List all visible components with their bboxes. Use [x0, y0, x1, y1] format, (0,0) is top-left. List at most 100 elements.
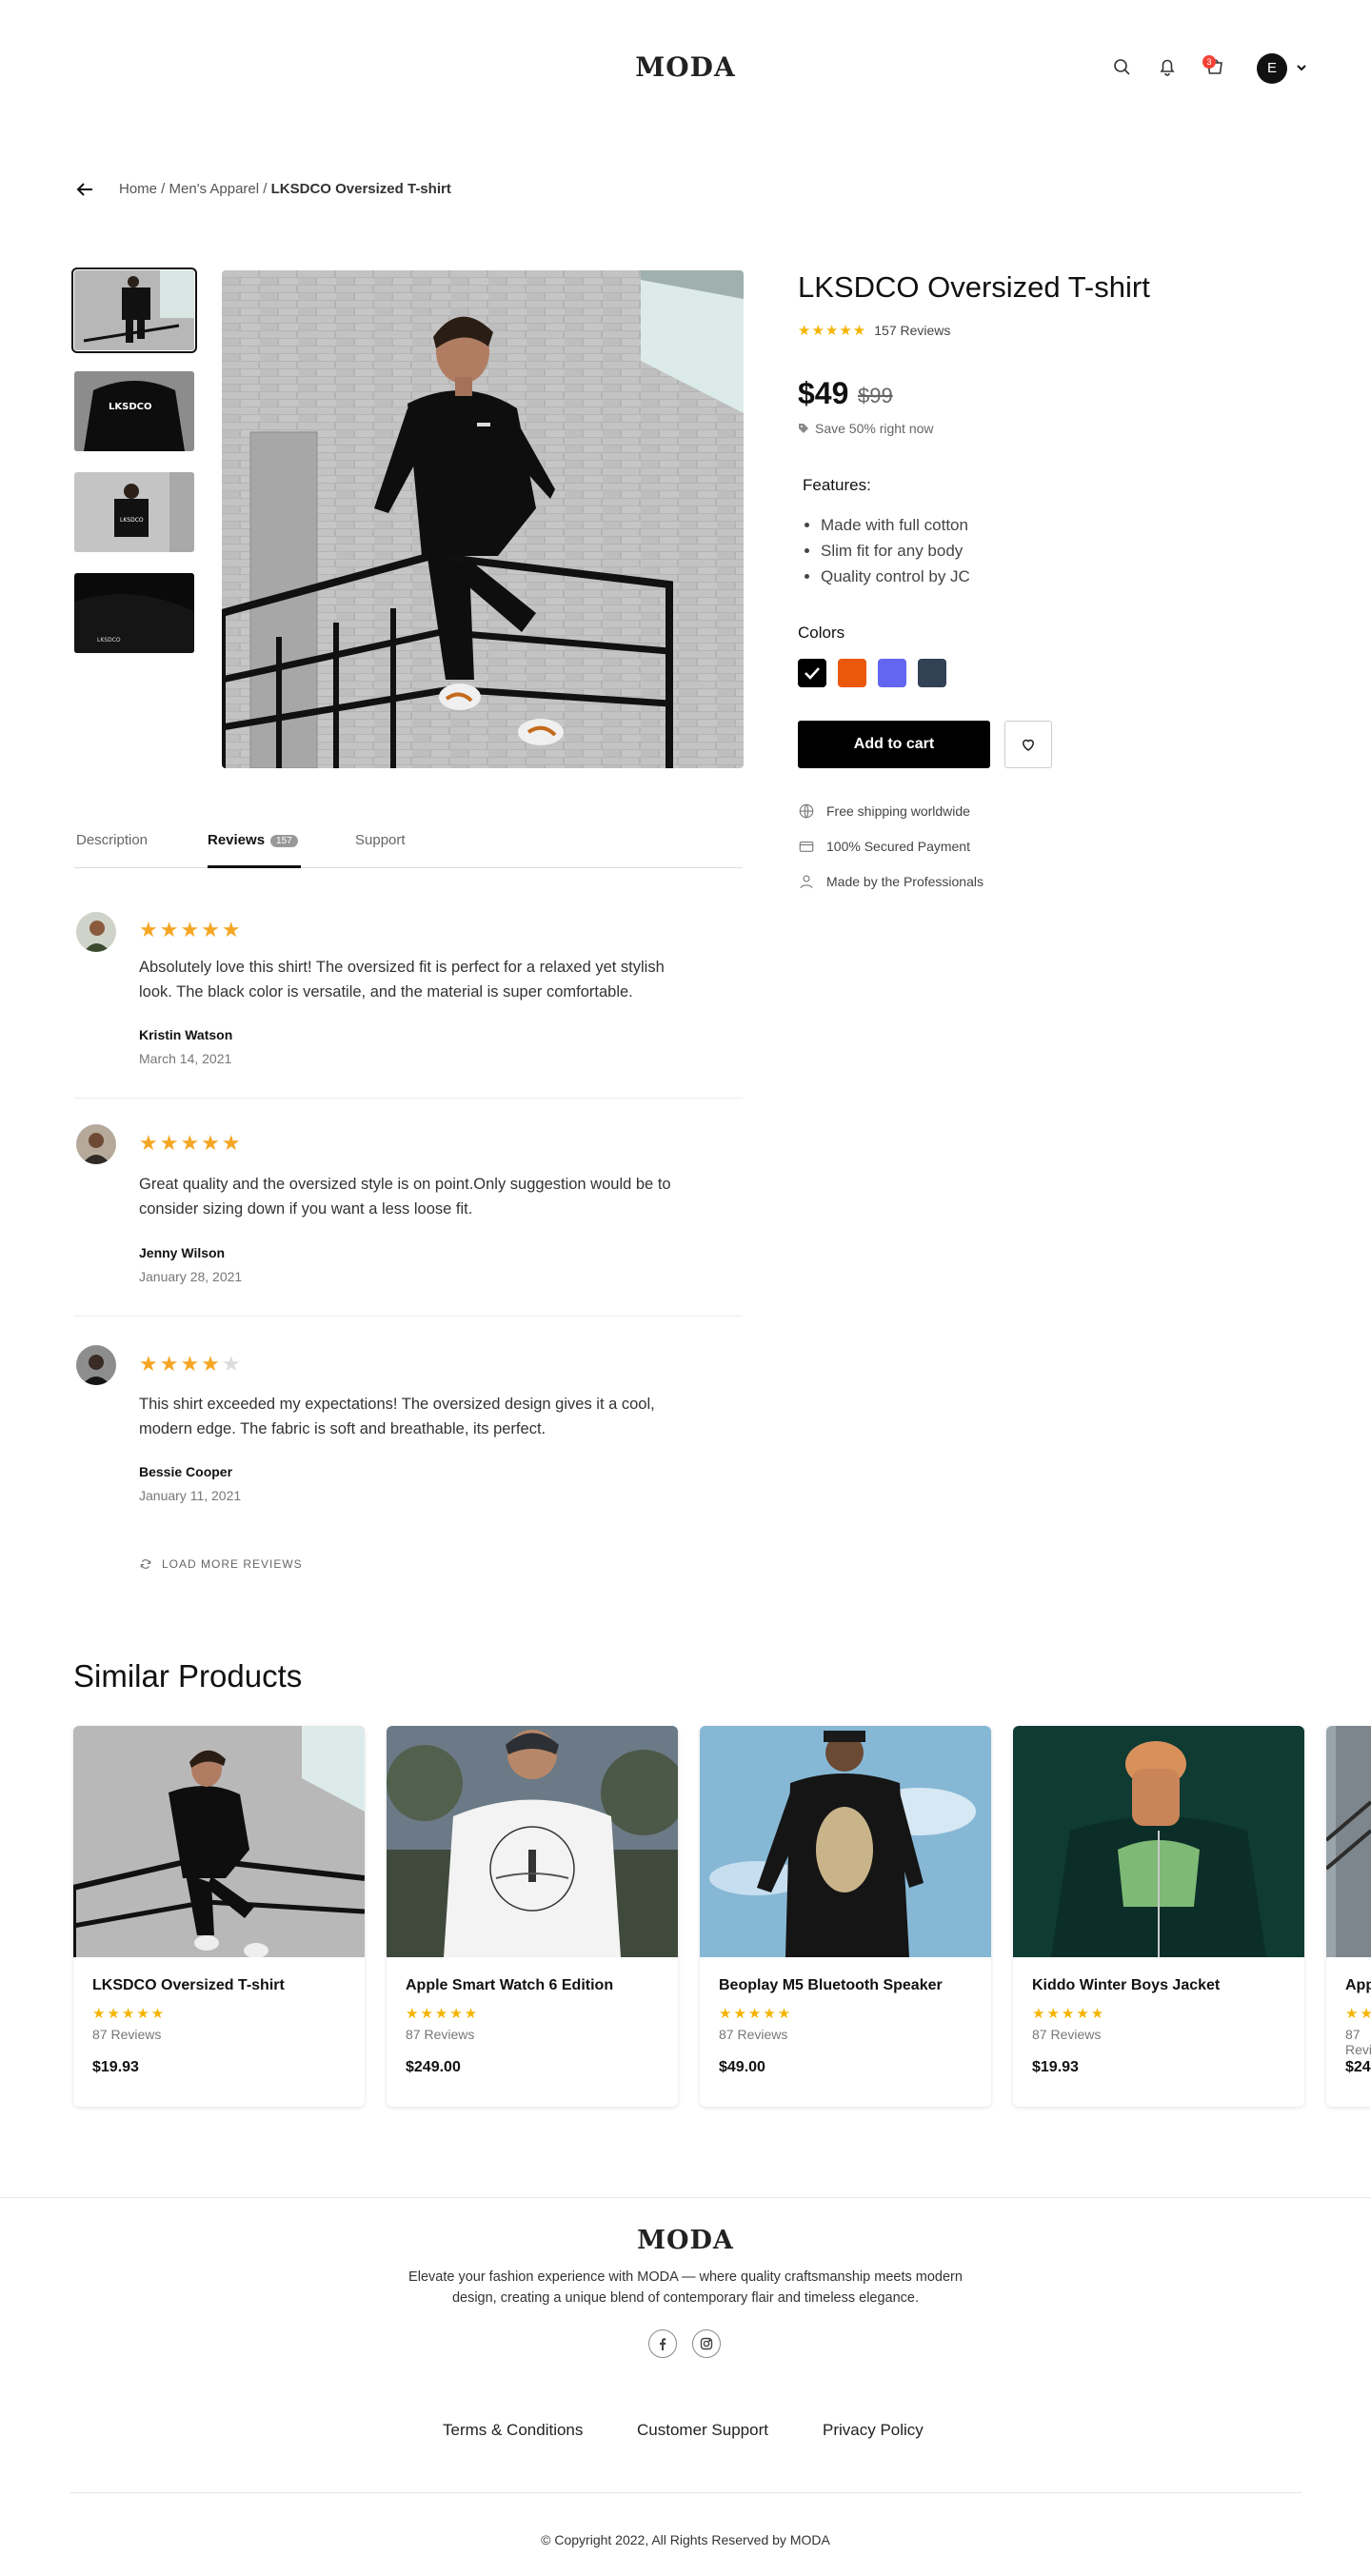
review-stars: ★★★★★ [139, 1131, 243, 1156]
perk-payment: 100% Secured Payment [798, 838, 970, 855]
product-card-stars: ★★★★★ [1032, 2006, 1106, 2022]
product-card-image [1013, 1726, 1304, 1957]
product-card-reviews: 87 Reviews [1345, 2027, 1371, 2057]
cart-count-badge: 3 [1202, 55, 1216, 69]
color-swatch-indigo[interactable] [878, 659, 906, 687]
facebook-icon [660, 2338, 666, 2350]
breadcrumb: Home / Men's Apparel / LKSDCO Oversized … [119, 181, 451, 197]
product-card-image [387, 1726, 678, 1957]
tag-icon [799, 424, 808, 433]
review-text: This shirt exceeded my expectations! The… [139, 1396, 655, 1437]
feature-item: Made with full cotton [821, 512, 970, 538]
perk-text: Made by the Professionals [826, 874, 984, 889]
perk-text: Free shipping worldwide [826, 803, 970, 819]
load-more-label: LOAD MORE REVIEWS [162, 1557, 303, 1571]
footer-description: Elevate your fashion experience with MOD… [408, 2269, 963, 2306]
reviewer-name: Bessie Cooper [139, 1464, 233, 1479]
rating-stars: ★★★★★ [798, 323, 867, 339]
instagram-icon [700, 2337, 713, 2350]
reviews-count-badge: 157 [270, 835, 298, 847]
feature-item: Slim fit for any body [821, 538, 970, 564]
reviews-count[interactable]: 157 Reviews [874, 323, 950, 338]
globe-icon [799, 803, 814, 819]
price: $49 [798, 376, 849, 410]
thumbnail-1[interactable] [71, 268, 197, 353]
product-rating: ★★★★★ 157 Reviews [798, 322, 950, 339]
wishlist-button[interactable] [1004, 721, 1052, 768]
thumbnail-3[interactable]: LKSDCO [74, 472, 194, 552]
main-product-image [222, 270, 744, 768]
save-text: Save 50% right now [815, 421, 934, 436]
product-card-name: Beoplay M5 Bluetooth Speaker [719, 1977, 943, 1993]
product-card-price: $249.00 [406, 2059, 461, 2075]
features-list: Made with full cotton Slim fit for any b… [821, 512, 970, 589]
review-stars-off: ★ [221, 1352, 243, 1376]
review-text: Absolutely love this shirt! The oversize… [139, 959, 665, 1001]
reviewer-avatar [76, 1124, 116, 1164]
breadcrumb-path[interactable]: Home / Men's Apparel / [119, 181, 271, 197]
instagram-button[interactable] [692, 2329, 721, 2358]
product-card[interactable]: Apple Smart Watch 6 Edition ★★★★★ 87 Rev… [1326, 1726, 1371, 2107]
thumbnail-2[interactable]: LKSDCO [74, 371, 194, 451]
footer-link-privacy[interactable]: Privacy Policy [823, 2421, 924, 2440]
product-card-reviews: 87 Reviews [1032, 2027, 1102, 2042]
product-card-price: $19.93 [1032, 2059, 1079, 2075]
reviewer-avatar [76, 912, 116, 952]
color-swatch-orange[interactable] [838, 659, 866, 687]
review-stars-on: ★★★★★ [139, 918, 243, 941]
color-swatch-slate[interactable] [918, 659, 946, 687]
product-card[interactable]: Kiddo Winter Boys Jacket ★★★★★ 87 Review… [1013, 1726, 1304, 2107]
footer-logo[interactable]: MODA [0, 2226, 1371, 2255]
product-card-image [700, 1726, 991, 1957]
thumbnail-4[interactable]: LKSDCO [74, 573, 194, 653]
product-card-image [73, 1726, 365, 1957]
product-card[interactable]: Apple Smart Watch 6 Edition ★★★★★ 87 Rev… [387, 1726, 678, 2107]
header: MODA 3 E [0, 0, 1371, 139]
perk-text: 100% Secured Payment [826, 839, 970, 854]
product-card-name: Apple Smart Watch 6 Edition [1345, 1977, 1371, 1993]
product-card-stars: ★★★★★ [1345, 2006, 1371, 2022]
facebook-button[interactable] [648, 2329, 677, 2358]
tab-description[interactable]: Description [76, 832, 148, 848]
product-card[interactable]: LKSDCO Oversized T-shirt ★★★★★ 87 Review… [73, 1726, 365, 2107]
features-title: Features: [803, 476, 871, 494]
tabs: Description Reviews 157 Support [74, 828, 743, 868]
footer-link-terms[interactable]: Terms & Conditions [443, 2421, 583, 2440]
add-to-cart-button[interactable]: Add to cart [798, 721, 990, 768]
save-note: Save 50% right now [798, 421, 934, 436]
product-card-reviews: 87 Reviews [406, 2027, 475, 2042]
similar-products-title: Similar Products [73, 1658, 303, 1694]
review-stars: ★★★★★ [139, 1352, 243, 1377]
product-card[interactable]: Beoplay M5 Bluetooth Speaker ★★★★★ 87 Re… [700, 1726, 991, 2107]
review-text: Great quality and the oversized style is… [139, 1176, 671, 1218]
perk-professionals: Made by the Professionals [798, 873, 984, 890]
product-card-price: $19.93 [92, 2059, 139, 2075]
review-stars-on: ★★★★ [139, 1352, 222, 1376]
product-card-name: Apple Smart Watch 6 Edition [406, 1977, 614, 1993]
product-card-stars: ★★★★★ [92, 2006, 167, 2022]
footer-bottom-divider [70, 2492, 1301, 2493]
back-arrow-icon[interactable] [74, 179, 95, 200]
review-date: January 28, 2021 [139, 1269, 243, 1284]
product-card-reviews: 87 Reviews [92, 2027, 162, 2042]
review-date: March 14, 2021 [139, 1051, 232, 1066]
tab-support[interactable]: Support [355, 832, 406, 848]
footer-link-support[interactable]: Customer Support [637, 2421, 768, 2440]
tab-reviews[interactable]: Reviews 157 [208, 832, 298, 848]
breadcrumb-current: LKSDCO Oversized T-shirt [270, 181, 451, 197]
tab-reviews-label: Reviews [208, 832, 266, 848]
color-swatch-black[interactable] [798, 659, 826, 687]
search-icon[interactable] [1110, 55, 1133, 78]
reviewer-name: Kristin Watson [139, 1027, 233, 1042]
reviewer-name: Jenny Wilson [139, 1245, 226, 1260]
bell-icon[interactable] [1156, 55, 1179, 78]
user-avatar[interactable]: E [1257, 53, 1287, 84]
product-card-image [1326, 1726, 1371, 1957]
review-divider [74, 1098, 743, 1099]
feature-item: Quality control by JC [821, 564, 970, 589]
review-divider [74, 1316, 743, 1317]
load-more-reviews-button[interactable]: LOAD MORE REVIEWS [139, 1557, 303, 1571]
chevron-down-icon[interactable] [1295, 61, 1308, 74]
review-stars: ★★★★★ [139, 918, 243, 942]
product-card-price: $49.00 [719, 2059, 765, 2075]
